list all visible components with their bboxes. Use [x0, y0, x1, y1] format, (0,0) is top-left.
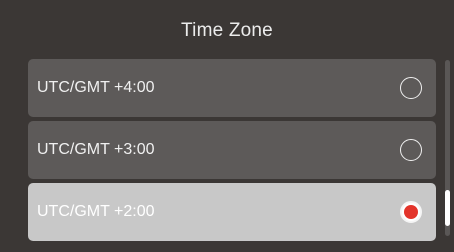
- radio-selected-dot: [404, 205, 418, 219]
- time-zone-screen: Time Zone UTC/GMT +4:00 UTC/GMT +3:00 UT…: [0, 0, 454, 252]
- scrollbar-track[interactable]: [445, 60, 450, 236]
- time-zone-option-label: UTC/GMT +2:00: [37, 203, 155, 220]
- time-zone-option-label: UTC/GMT +3:00: [37, 141, 155, 158]
- time-zone-option-utc-plus-4[interactable]: UTC/GMT +4:00: [28, 59, 436, 117]
- radio-unchecked-icon[interactable]: [400, 139, 422, 161]
- radio-checked-icon[interactable]: [400, 201, 422, 223]
- time-zone-option-utc-plus-2[interactable]: UTC/GMT +2:00: [28, 183, 436, 241]
- page-title: Time Zone: [181, 20, 273, 41]
- scrollbar-thumb[interactable]: [445, 190, 450, 226]
- radio-unchecked-icon[interactable]: [400, 77, 422, 99]
- time-zone-option-label: UTC/GMT +4:00: [37, 79, 155, 96]
- time-zone-option-utc-plus-3[interactable]: UTC/GMT +3:00: [28, 121, 436, 179]
- time-zone-list: UTC/GMT +4:00 UTC/GMT +3:00 UTC/GMT +2:0…: [28, 59, 436, 245]
